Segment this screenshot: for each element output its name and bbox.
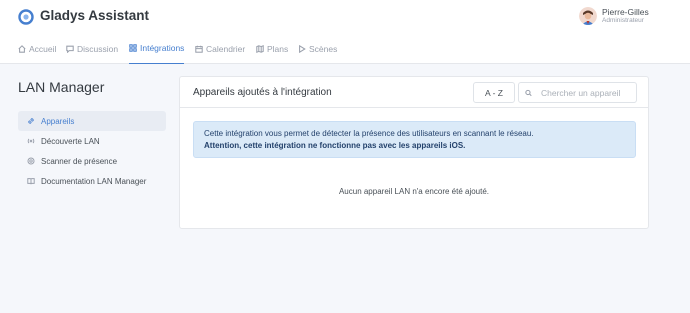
nav-item-calendrier[interactable]: Calendrier — [195, 33, 245, 64]
settings-icon — [27, 157, 35, 165]
play-icon — [299, 44, 306, 53]
home-icon — [18, 44, 26, 53]
nav-label: Intégrations — [140, 43, 185, 53]
sidebar-item-label: Scanner de présence — [41, 156, 118, 166]
sidebar-item-appareils[interactable]: Appareils — [18, 111, 166, 131]
info-alert: Cette intégration vous permet de détecte… — [193, 121, 636, 158]
sidebar-item-documentation[interactable]: Documentation LAN Manager — [18, 171, 166, 191]
user-role: Administrateur — [602, 17, 644, 24]
link-icon — [28, 118, 34, 124]
sidebar-title: LAN Manager — [18, 79, 105, 95]
nav-item-discussion[interactable]: Discussion — [66, 33, 118, 64]
sidebar-item-label: Découverte LAN — [41, 136, 100, 146]
radio-icon — [27, 138, 35, 144]
map-icon — [256, 44, 264, 53]
message-icon — [66, 45, 74, 53]
app-title[interactable]: Gladys Assistant — [40, 8, 149, 23]
empty-state-text: Aucun appareil LAN n'a encore été ajouté… — [338, 187, 490, 196]
nav-item-scenes[interactable]: Scènes — [298, 33, 337, 64]
nav-label: Calendrier — [206, 43, 246, 54]
main-nav: Accueil Discussion Intégrations Calendri… — [0, 33, 690, 64]
sidebar-item-decouverte-lan[interactable]: Découverte LAN — [18, 131, 166, 151]
top-header: Gladys Assistant Pierre-Gilles Administr… — [0, 0, 690, 33]
nav-item-plans[interactable]: Plans — [256, 33, 288, 64]
gladys-logo-icon[interactable] — [18, 9, 34, 25]
alert-warning: Attention, cette intégration ne fonction… — [204, 141, 466, 150]
search-box[interactable] — [518, 82, 637, 103]
avatar[interactable] — [579, 7, 597, 25]
user-name[interactable]: Pierre-Gilles — [602, 7, 649, 17]
alert-text: Cette intégration vous permet de détecte… — [204, 129, 534, 138]
nav-label: Discussion — [77, 43, 119, 54]
sort-button[interactable]: A - Z — [473, 82, 515, 103]
search-icon — [525, 89, 532, 96]
devices-card: Appareils ajoutés à l'intégration A - Z … — [179, 76, 649, 229]
sidebar-item-scanner-presence[interactable]: Scanner de présence — [18, 151, 166, 171]
grid-icon — [129, 44, 137, 52]
sidebar-item-label: Appareils — [41, 116, 75, 126]
nav-label: Accueil — [29, 43, 57, 54]
card-header: Appareils ajoutés à l'intégration A - Z — [180, 77, 648, 108]
nav-label: Scènes — [309, 43, 338, 54]
nav-label: Plans — [267, 43, 289, 54]
book-icon — [27, 178, 35, 185]
calendar-icon — [195, 45, 203, 53]
nav-item-integrations[interactable]: Intégrations — [129, 33, 185, 64]
sidebar-item-label: Documentation LAN Manager — [41, 176, 147, 186]
search-input[interactable] — [541, 87, 636, 98]
card-title: Appareils ajoutés à l'intégration — [193, 87, 332, 98]
nav-item-accueil[interactable]: Accueil — [18, 33, 56, 64]
